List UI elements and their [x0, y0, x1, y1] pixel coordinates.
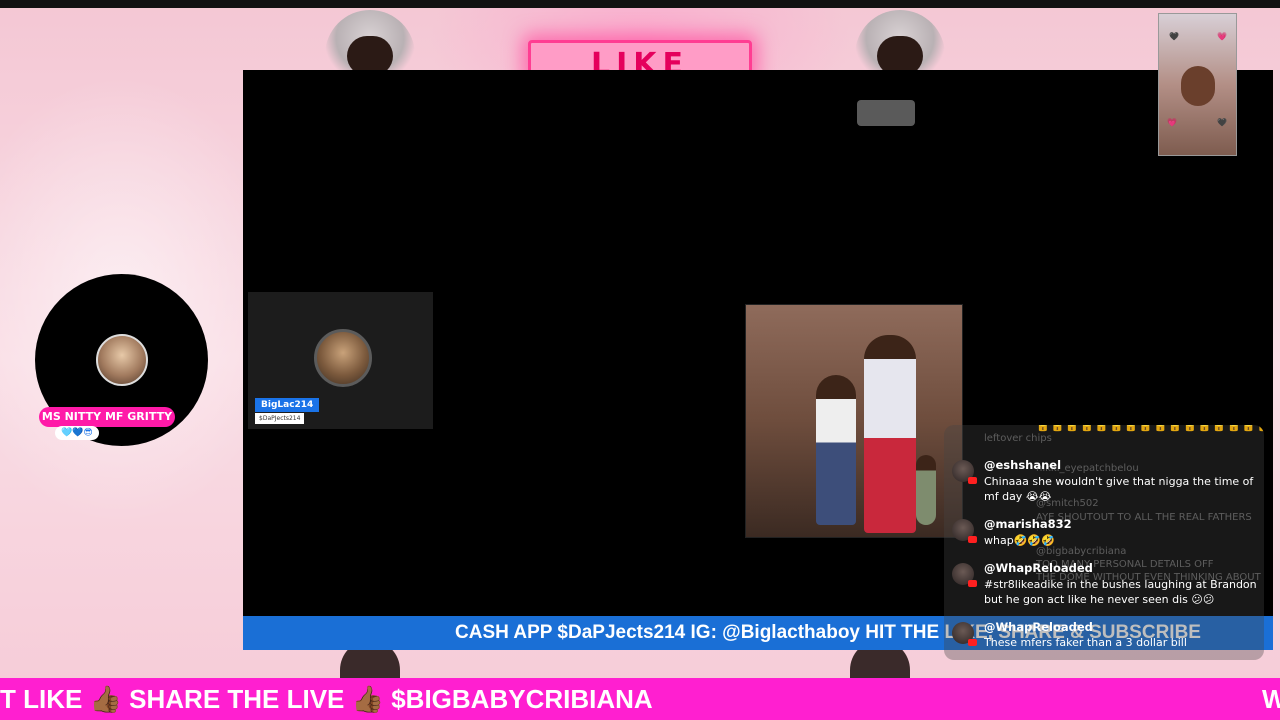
chat-text: #str8likeadike in the bushes laughing at… — [984, 578, 1257, 606]
heart-icon: 🖤 — [1169, 32, 1179, 41]
overlay-graphic — [857, 100, 915, 126]
top-border — [0, 0, 1280, 8]
chat-username: @marisha832 — [984, 517, 1072, 531]
chat-text: Chinaaa she wouldn't give that nigga the… — [984, 475, 1254, 503]
heart-icon: 💗 — [1167, 118, 1177, 127]
chat-text: whap🤣🤣🤣 — [984, 534, 1055, 547]
chat-text: These mfers faker than a 3 dollar bill — [984, 636, 1187, 649]
chat-avatar — [952, 563, 977, 587]
photo-person-woman — [816, 375, 856, 525]
chat-avatar — [952, 460, 977, 484]
host-name-label: MS NITTY MF GRITTY — [39, 407, 175, 427]
photo-person-child — [916, 455, 936, 525]
ticker-tail: W — [1262, 684, 1280, 714]
chat-username: @WhapReloaded — [984, 561, 1093, 575]
ghost-emoji-row: 🔒🔒🔒🔒🔒🔒🔒🔒🔒🔒🔒🔒🔒🔒🔒🔒🔒🔒 — [1036, 425, 1264, 432]
ghost-chat-line: leftover chips — [984, 433, 1052, 444]
host-profile-card[interactable]: MS NITTY MF GRITTY 🩵💙😎 — [35, 274, 208, 446]
host-emoji-badge: 🩵💙😎 — [55, 426, 99, 440]
chat-username: @eshshanel — [984, 458, 1062, 472]
picture-in-picture-camera[interactable]: 🖤 💗 💗 🖤 — [1158, 13, 1237, 156]
ticker-text: T LIKE 👍🏾 SHARE THE LIVE 👍🏾 $BIGBABYCRIB… — [0, 684, 653, 714]
guest-name-label: BigLac214 — [255, 398, 320, 412]
guest-subtitle: $DaPJects214 — [255, 413, 305, 424]
guest-tile[interactable]: BigLac214 $DaPJects214 — [248, 292, 433, 429]
scrolling-ticker: T LIKE 👍🏾 SHARE THE LIVE 👍🏾 $BIGBABYCRIB… — [0, 678, 1280, 720]
shared-photo — [745, 304, 963, 538]
chat-avatar — [952, 519, 977, 543]
heart-icon: 💗 — [1217, 32, 1227, 41]
host-avatar — [96, 334, 148, 386]
chat-username: @WhapReloaded — [984, 620, 1093, 634]
heart-icon: 🖤 — [1217, 118, 1227, 127]
photo-person-man — [864, 335, 916, 533]
pip-face — [1181, 66, 1215, 106]
chat-avatar — [952, 622, 977, 646]
guest-avatar — [314, 329, 372, 387]
live-chat-overlay: leftover chips 🔒🔒🔒🔒🔒🔒🔒🔒🔒🔒🔒🔒🔒🔒🔒🔒🔒🔒 nikki_… — [944, 425, 1264, 660]
